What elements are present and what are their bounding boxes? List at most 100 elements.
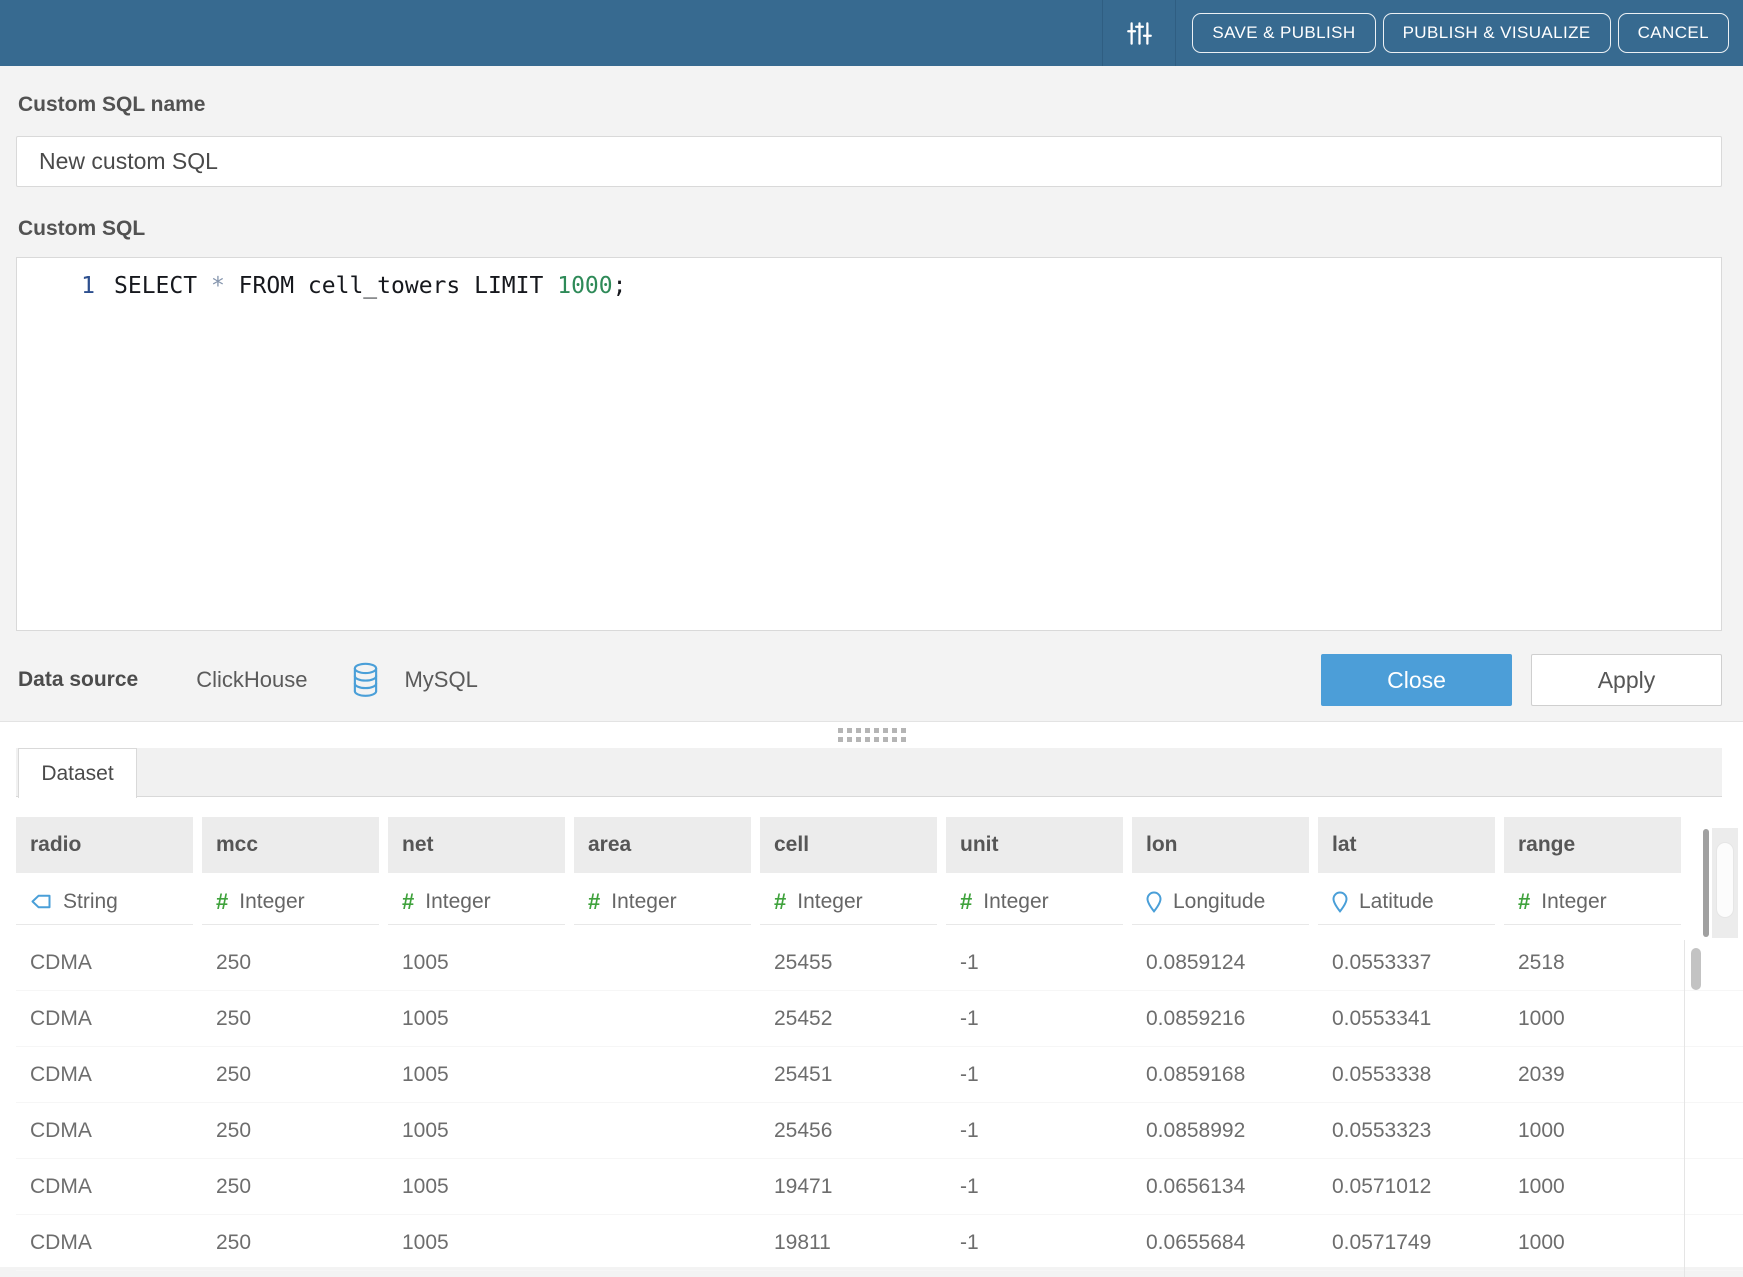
column-header-lon: lon xyxy=(1132,817,1309,873)
scrollbar-thumb-dark[interactable] xyxy=(1703,829,1709,937)
app-toolbar: SAVE & PUBLISH PUBLISH & VISUALIZE CANCE… xyxy=(0,0,1743,66)
table-cell: 1005 xyxy=(388,935,565,990)
datasource-mysql[interactable]: MySQL xyxy=(351,661,477,699)
grid-scrollbar-thumb[interactable] xyxy=(1691,948,1701,990)
column-type-label: Integer xyxy=(797,890,862,914)
table-cell: 0.0553323 xyxy=(1318,1103,1495,1158)
table-cell: -1 xyxy=(946,935,1123,990)
column-header-lat: lat xyxy=(1318,817,1495,873)
pane-resizer-handle[interactable] xyxy=(838,728,906,742)
table-cell: 0.0571749 xyxy=(1318,1215,1495,1270)
code-token-keyword: SELECT xyxy=(114,273,197,299)
cancel-button[interactable]: CANCEL xyxy=(1618,13,1729,53)
table-rows: CDMA250100525455-10.08591240.05533372518… xyxy=(16,935,1743,1271)
table-cell: 25452 xyxy=(760,991,937,1046)
pane-scrollbar-thumb[interactable] xyxy=(1716,842,1734,918)
table-cell: 2518 xyxy=(1504,935,1681,990)
column-type-label: Integer xyxy=(1541,890,1606,914)
table-cell: 25455 xyxy=(760,935,937,990)
table-cell: 19811 xyxy=(760,1215,937,1270)
save-publish-button[interactable]: SAVE & PUBLISH xyxy=(1192,13,1375,53)
database-icon xyxy=(351,661,380,699)
table-cell: -1 xyxy=(946,991,1123,1046)
column-type-radio: String xyxy=(16,879,193,925)
table-cell: 1005 xyxy=(388,1047,565,1102)
table-cell xyxy=(574,1047,751,1102)
column-type-label: String xyxy=(63,890,118,914)
table-cell: -1 xyxy=(946,1047,1123,1102)
table-cell: -1 xyxy=(946,1159,1123,1214)
datasource-clickhouse[interactable]: ClickHouse xyxy=(196,667,307,693)
tab-dataset[interactable]: Dataset xyxy=(18,748,137,798)
table-cell: CDMA xyxy=(16,1159,193,1214)
apply-button[interactable]: Apply xyxy=(1531,654,1722,706)
table-row: CDMA250100525452-10.08592160.05533411000 xyxy=(16,991,1743,1047)
table-cell: 0.0859124 xyxy=(1132,935,1309,990)
custom-sql-name-input[interactable] xyxy=(16,136,1722,187)
longitude-icon xyxy=(1146,891,1162,913)
datasource-row: Data source ClickHouse MySQL Close Apply xyxy=(18,654,1722,706)
table-cell xyxy=(574,935,751,990)
datasource-label: Data source xyxy=(18,668,138,692)
integer-icon: # xyxy=(588,889,600,915)
table-cell: 19471 xyxy=(760,1159,937,1214)
table-row: CDMA250100519471-10.06561340.05710121000 xyxy=(16,1159,1743,1215)
column-type-range: #Integer xyxy=(1504,879,1681,925)
table-cell: 250 xyxy=(202,1159,379,1214)
column-header-unit: unit xyxy=(946,817,1123,873)
table-cell xyxy=(574,1159,751,1214)
table-cell: 0.0858992 xyxy=(1132,1103,1309,1158)
table-cell: 250 xyxy=(202,935,379,990)
integer-icon: # xyxy=(216,889,228,915)
sql-editor[interactable]: 1 SELECT * FROM cell_towers LIMIT 1000; xyxy=(16,257,1722,631)
column-type-unit: #Integer xyxy=(946,879,1123,925)
latitude-icon xyxy=(1332,891,1348,913)
code-token-identifier: cell_towers xyxy=(308,273,460,299)
table-cell: 1000 xyxy=(1504,1103,1681,1158)
table-cell: 0.0553337 xyxy=(1318,935,1495,990)
column-type-lon: Longitude xyxy=(1132,879,1309,925)
table-cell: 1000 xyxy=(1504,1215,1681,1270)
integer-icon: # xyxy=(402,889,414,915)
column-type-label: Integer xyxy=(239,890,304,914)
table-cell: 1005 xyxy=(388,991,565,1046)
table-cell: 0.0553338 xyxy=(1318,1047,1495,1102)
table-cell: CDMA xyxy=(16,935,193,990)
column-type-label: Integer xyxy=(425,890,490,914)
table-cell xyxy=(574,1103,751,1158)
column-type-net: # Integer xyxy=(388,879,565,925)
table-cell: 250 xyxy=(202,991,379,1046)
table-cell: CDMA xyxy=(16,991,193,1046)
pane-resizer xyxy=(0,721,1743,748)
table-cell: 250 xyxy=(202,1047,379,1102)
table-cell: CDMA xyxy=(16,1047,193,1102)
table-cell: 0.0859216 xyxy=(1132,991,1309,1046)
code-line: SELECT * FROM cell_towers LIMIT 1000; xyxy=(114,273,626,299)
column-type-label: Longitude xyxy=(1173,890,1265,914)
close-button[interactable]: Close xyxy=(1321,654,1512,706)
table-cell xyxy=(574,1215,751,1270)
table-cell xyxy=(574,991,751,1046)
code-token-punctuation: ; xyxy=(613,273,627,299)
table-cell: 1005 xyxy=(388,1159,565,1214)
toolbar-buttons: SAVE & PUBLISH PUBLISH & VISUALIZE CANCE… xyxy=(1192,13,1729,53)
publish-visualize-button[interactable]: PUBLISH & VISUALIZE xyxy=(1383,13,1611,53)
table-cell: 1005 xyxy=(388,1103,565,1158)
table-cell: 0.0656134 xyxy=(1132,1159,1309,1214)
column-header-radio: radio xyxy=(16,817,193,873)
tab-strip: Dataset xyxy=(16,748,1722,797)
column-type-label: Integer xyxy=(983,890,1048,914)
column-header-mcc: mcc xyxy=(202,817,379,873)
sliders-icon[interactable] xyxy=(1103,0,1175,66)
table-cell: 0.0859168 xyxy=(1132,1047,1309,1102)
table-row: CDMA250100525456-10.08589920.05533231000 xyxy=(16,1103,1743,1159)
line-number: 1 xyxy=(17,273,95,299)
table-row: CDMA2501005 25455-10.08591240.05533372518 xyxy=(16,935,1743,991)
table-cell: 250 xyxy=(202,1103,379,1158)
table-cell: 25456 xyxy=(760,1103,937,1158)
custom-sql-label: Custom SQL xyxy=(18,217,1743,241)
table-cell: 1005 xyxy=(388,1215,565,1270)
column-header-cell: cell xyxy=(760,817,937,873)
table-row: CDMA250100525451-10.08591680.05533382039 xyxy=(16,1047,1743,1103)
column-header-range: range xyxy=(1504,817,1681,873)
